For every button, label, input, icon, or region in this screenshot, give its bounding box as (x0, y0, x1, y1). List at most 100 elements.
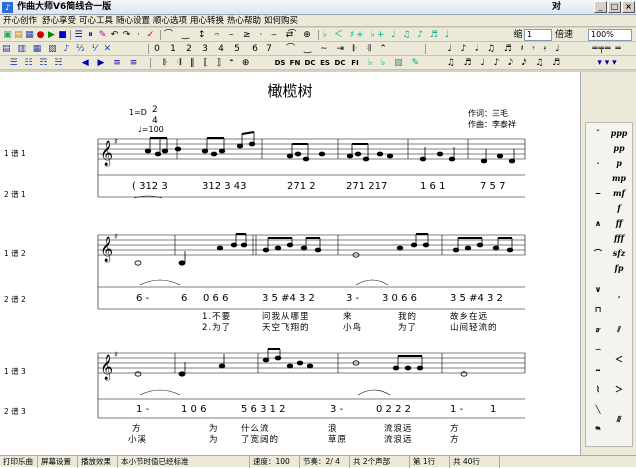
menu-settings[interactable]: 随心设置 (116, 15, 150, 27)
svg-text:𝄞: 𝄞 (100, 354, 113, 380)
marcato-icon[interactable]: ∧ (589, 217, 607, 230)
score-canvas[interactable]: 橄榄树 1=D 2 4 ♩=100 作词：三毛 作曲：李泰祥 𝄞 𝄞 𝄞 ♯ ♯… (0, 72, 580, 455)
jianpu-measure: 3 - (330, 404, 344, 415)
redo-icon[interactable]: ↷ (121, 29, 132, 41)
save-icon[interactable]: ▦ (24, 29, 35, 41)
track-label[interactable]: 2 谱 2 (4, 294, 26, 305)
ornament-strip[interactable]: ⌒ ‿ ↕ 𝄐 ⌢ ≥ · ‒ ⇄ (164, 29, 293, 41)
dynamic-fff[interactable]: fff (610, 232, 628, 245)
menu-create[interactable]: 开心创作 (3, 15, 37, 27)
playback-effect-button[interactable]: 播放效果 (78, 456, 118, 468)
menu-convert[interactable]: 用心转换 (190, 15, 224, 27)
zoom-percent-select[interactable]: 100% (588, 29, 632, 41)
menu-options[interactable]: 顺心选项 (153, 15, 187, 27)
toolbar-separator (148, 44, 149, 54)
zoom-input[interactable]: 1 (524, 29, 552, 41)
tie-strip[interactable]: ⌒ ‿ ~ ⇥ 𝄆 𝄇 ⌃ (278, 43, 398, 55)
target-icon[interactable]: ⊕ (300, 29, 314, 41)
dynamic-pp[interactable]: pp (610, 142, 628, 155)
digit-6[interactable]: 6 (250, 43, 260, 55)
jianpu-measure: 6 - (136, 293, 150, 304)
mark-icon[interactable]: ✓ (145, 29, 156, 41)
digit-2[interactable]: 2 (184, 43, 194, 55)
breath-icon[interactable]: ’ (610, 293, 628, 306)
menu-help[interactable]: 热心帮助 (227, 15, 261, 27)
new-file-icon[interactable]: ▣ (2, 29, 13, 41)
fermata-icon[interactable]: ⌒ (589, 247, 607, 260)
caesura-icon[interactable]: ⫽ (610, 323, 628, 336)
digit-3[interactable]: 3 (200, 43, 210, 55)
trill-icon[interactable]: 𝆖 (589, 323, 607, 336)
svg-text:♯: ♯ (114, 137, 118, 146)
dynamic-f[interactable]: f (610, 202, 628, 215)
turn-icon[interactable]: ∽ (589, 343, 607, 356)
track-label[interactable]: 2 谱 3 (4, 406, 26, 417)
list-icon[interactable]: ☰ (73, 29, 84, 41)
menu-buy[interactable]: 如何购买 (264, 15, 298, 27)
mordent-icon[interactable]: 𝆗 (589, 363, 607, 376)
digit-1[interactable]: 1 (168, 43, 178, 55)
navigate-strip[interactable]: ◀ ▶ ≡ ≡ (76, 57, 146, 69)
svg-text:𝄞: 𝄞 (100, 236, 113, 262)
minimize-button[interactable]: _ (594, 1, 607, 13)
track-label[interactable]: 1 谱 3 (4, 366, 26, 377)
digit-0[interactable]: 0 (152, 43, 162, 55)
digit-4[interactable]: 4 (216, 43, 226, 55)
tenuto-icon[interactable]: ‒ (589, 187, 607, 200)
slider-control[interactable]: ═╤═ ═ (582, 43, 632, 55)
diminuendo-icon[interactable]: ＞ (610, 383, 628, 396)
mark-fi[interactable]: FI (348, 57, 362, 69)
instrument-strip[interactable]: ♭ ♭ ▧ ✎ (365, 57, 425, 69)
fermata-icon[interactable]: ⌒ (285, 29, 299, 41)
print-button[interactable]: 打印乐曲 (0, 456, 38, 468)
open-file-icon[interactable]: ▤ (13, 29, 24, 41)
dynamic-sfz[interactable]: sfz (610, 247, 628, 260)
close-button[interactable]: × (622, 1, 635, 13)
beam-strip[interactable]: ♫ ♬ ♩ ♪ 𝅘𝅥𝅮 𝅘𝅥𝅯 ♫ ♬ (430, 57, 580, 69)
menu-enjoy[interactable]: 舒心享受 (42, 15, 76, 27)
pause-icon[interactable]: ⏸ (85, 29, 96, 41)
dynamic-fp[interactable]: fp (610, 262, 628, 275)
arpeggio-icon[interactable]: ⌇ (589, 383, 607, 396)
maximize-button[interactable]: □ (608, 1, 621, 13)
mark-dc[interactable]: DC (303, 57, 317, 69)
bow-up-icon[interactable]: ∨ (589, 283, 607, 296)
dot-icon[interactable]: · (133, 29, 144, 41)
dynamic-ppp[interactable]: ppp (610, 127, 628, 140)
glissando-icon[interactable]: ╲ (589, 403, 607, 416)
record-icon[interactable]: ● (35, 29, 46, 41)
layout-strip[interactable]: ▤ ▥ ▦ ▧ ♪ ½ ⅟ ✕ (2, 43, 111, 55)
mark-es[interactable]: ES (318, 57, 332, 69)
stop-icon[interactable]: ■ (57, 29, 68, 41)
jianpu-measure: 271 2 (287, 181, 316, 192)
pedal-icon[interactable]: 𝆮 (589, 423, 607, 436)
duration-strip[interactable]: ♩ ♪ 𝅗𝅥 ♫ ♬ 𝄽 𝄾 𝄿 ♩ (430, 43, 580, 55)
staccato-icon[interactable]: · (589, 157, 607, 170)
dynamic-p[interactable]: p (610, 157, 628, 170)
dropdown-icons[interactable]: ▾ ▾ ▾ (582, 57, 632, 69)
crescendo-icon[interactable]: ＜ (610, 353, 628, 366)
align-strip[interactable]: ☰ ☷ ☶ ☵ (2, 57, 72, 69)
track-label[interactable]: 1 谱 1 (4, 148, 26, 159)
play-icon[interactable]: ▶ (46, 29, 57, 41)
dynamic-mp[interactable]: mp (610, 172, 628, 185)
dynamic-mf[interactable]: mf (610, 187, 628, 200)
menu-tools[interactable]: 可心工具 (79, 15, 113, 27)
accidental-strip[interactable]: ♭ ＜ ♯+ ♭+ ♩ ♫ ♪ ♬ ♩ (322, 29, 452, 41)
digit-5[interactable]: 5 (232, 43, 242, 55)
mark-ds[interactable]: DS (273, 57, 287, 69)
tremolo-icon[interactable]: ⫻ (610, 413, 628, 426)
undo-icon[interactable]: ↶ (109, 29, 120, 41)
dynamic-ff[interactable]: ff (610, 217, 628, 230)
digit-7[interactable]: 7 (264, 43, 274, 55)
mark-fn[interactable]: FN (288, 57, 302, 69)
bow-down-icon[interactable]: ⊓ (589, 303, 607, 316)
jianpu-measure: 312 3 43 (202, 181, 247, 192)
edit-icon[interactable]: ✎ (97, 29, 108, 41)
screen-settings-button[interactable]: 屏幕设置 (38, 456, 78, 468)
accent-icon[interactable]: ˇ (589, 127, 607, 140)
mark-dc2[interactable]: DC (333, 57, 347, 69)
track-label[interactable]: 2 谱 1 (4, 189, 26, 200)
track-label[interactable]: 1 谱 2 (4, 248, 26, 259)
repeat-strip[interactable]: 𝄆 𝄇 ‖ ⟦ ⟧ 𝄌 ⊕ (153, 57, 263, 69)
